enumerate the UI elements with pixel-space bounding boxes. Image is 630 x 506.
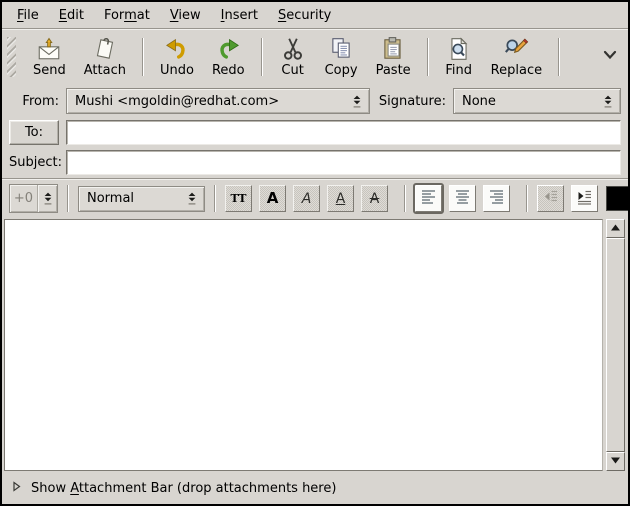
- undo-button[interactable]: Undo: [151, 33, 203, 81]
- redo-icon: [215, 36, 241, 62]
- to-button[interactable]: To:: [9, 120, 59, 145]
- chevron-down-icon: [602, 50, 618, 65]
- to-row: To:: [2, 118, 628, 147]
- font-size-value: +0: [10, 185, 37, 212]
- toolbar-separator: [427, 38, 429, 76]
- format-toolbar: +0 Normal TT A A A A: [2, 178, 628, 218]
- signature-label: Signature:: [379, 94, 446, 109]
- subject-row: Subject:: [2, 147, 628, 178]
- subject-label: Subject:: [9, 155, 59, 170]
- arrow-down-icon: [609, 454, 622, 469]
- editor-scrollbar[interactable]: [606, 219, 625, 471]
- from-value: Mushi <mgoldin@redhat.com>: [75, 94, 345, 109]
- scroll-up-button[interactable]: [606, 219, 625, 238]
- show-attachment-bar-expander[interactable]: Show Attachment Bar (drop attachments he…: [2, 473, 628, 504]
- send-icon: [36, 36, 62, 62]
- find-button[interactable]: Find: [436, 33, 482, 81]
- copy-icon: [328, 36, 354, 62]
- font-size-dropdown[interactable]: +0: [9, 184, 58, 213]
- align-center-icon: [453, 187, 472, 210]
- from-row: From: Mushi <mgoldin@redhat.com> Signatu…: [2, 84, 628, 118]
- indent-button[interactable]: [571, 185, 598, 212]
- typewriter-toggle[interactable]: TT: [225, 185, 252, 212]
- toolbar-separator: [142, 38, 144, 76]
- align-center-button[interactable]: [449, 185, 476, 212]
- menu-file[interactable]: File: [7, 5, 49, 26]
- message-body-input[interactable]: [4, 219, 603, 471]
- toolbar-overflow-chevron[interactable]: [600, 45, 620, 69]
- scroll-down-button[interactable]: [606, 452, 625, 471]
- subject-input[interactable]: [66, 150, 621, 175]
- align-right-button[interactable]: [483, 185, 510, 212]
- copy-button[interactable]: Copy: [316, 33, 367, 81]
- redo-button[interactable]: Redo: [203, 33, 254, 81]
- signature-dropdown[interactable]: None: [453, 88, 621, 114]
- paragraph-style-value: Normal: [87, 191, 180, 206]
- paste-icon: [380, 36, 406, 62]
- align-right-icon: [487, 187, 506, 210]
- indent-icon: [575, 187, 594, 210]
- format-separator: [526, 185, 528, 212]
- send-button[interactable]: Send: [24, 33, 75, 81]
- unindent-button[interactable]: [537, 185, 564, 212]
- paragraph-style-dropdown[interactable]: Normal: [78, 186, 205, 212]
- font-color-button[interactable]: [606, 186, 630, 211]
- menu-bar: File Edit Format View Insert Security: [2, 2, 628, 28]
- italic-toggle[interactable]: A: [293, 185, 320, 212]
- attach-icon: [92, 36, 118, 62]
- paste-button[interactable]: Paste: [367, 33, 420, 81]
- toolbar-grip[interactable]: [7, 37, 16, 77]
- to-input[interactable]: [66, 120, 621, 145]
- dropdown-indicator-icon: [602, 94, 614, 109]
- undo-icon: [164, 36, 190, 62]
- toolbar-separator: [558, 38, 560, 76]
- cut-icon: [280, 36, 306, 62]
- arrow-up-icon: [609, 221, 622, 236]
- align-left-button[interactable]: [415, 185, 442, 212]
- bold-toggle[interactable]: A: [259, 185, 286, 212]
- dropdown-indicator-icon: [186, 191, 198, 206]
- unindent-icon: [541, 187, 560, 210]
- from-label: From:: [9, 94, 59, 109]
- format-separator: [214, 185, 216, 212]
- align-left-icon: [419, 187, 438, 210]
- format-separator: [404, 185, 406, 212]
- attach-button[interactable]: Attach: [75, 33, 135, 81]
- menu-view[interactable]: View: [160, 5, 211, 26]
- composer-window: File Edit Format View Insert Security Se…: [0, 0, 630, 506]
- dropdown-indicator-icon: [37, 185, 57, 212]
- scrollbar-thumb[interactable]: [606, 238, 625, 452]
- editor-area: [2, 218, 628, 473]
- underline-toggle[interactable]: A: [327, 185, 354, 212]
- menu-insert[interactable]: Insert: [211, 5, 268, 26]
- menu-edit[interactable]: Edit: [49, 5, 94, 26]
- dropdown-indicator-icon: [351, 94, 363, 109]
- from-dropdown[interactable]: Mushi <mgoldin@redhat.com>: [66, 88, 370, 114]
- main-toolbar: Send Attach Undo Redo: [2, 28, 628, 84]
- replace-icon: [503, 36, 529, 62]
- format-separator: [67, 185, 69, 212]
- strikethrough-toggle[interactable]: A: [361, 185, 388, 212]
- expander-triangle-icon: [11, 481, 22, 496]
- menu-format[interactable]: Format: [94, 5, 160, 26]
- cut-button[interactable]: Cut: [270, 33, 316, 81]
- menu-security[interactable]: Security: [268, 5, 341, 26]
- signature-value: None: [462, 94, 596, 109]
- attachment-bar-label: Show Attachment Bar (drop attachments he…: [31, 481, 336, 496]
- find-icon: [446, 36, 472, 62]
- toolbar-separator: [261, 38, 263, 76]
- replace-button[interactable]: Replace: [482, 33, 551, 81]
